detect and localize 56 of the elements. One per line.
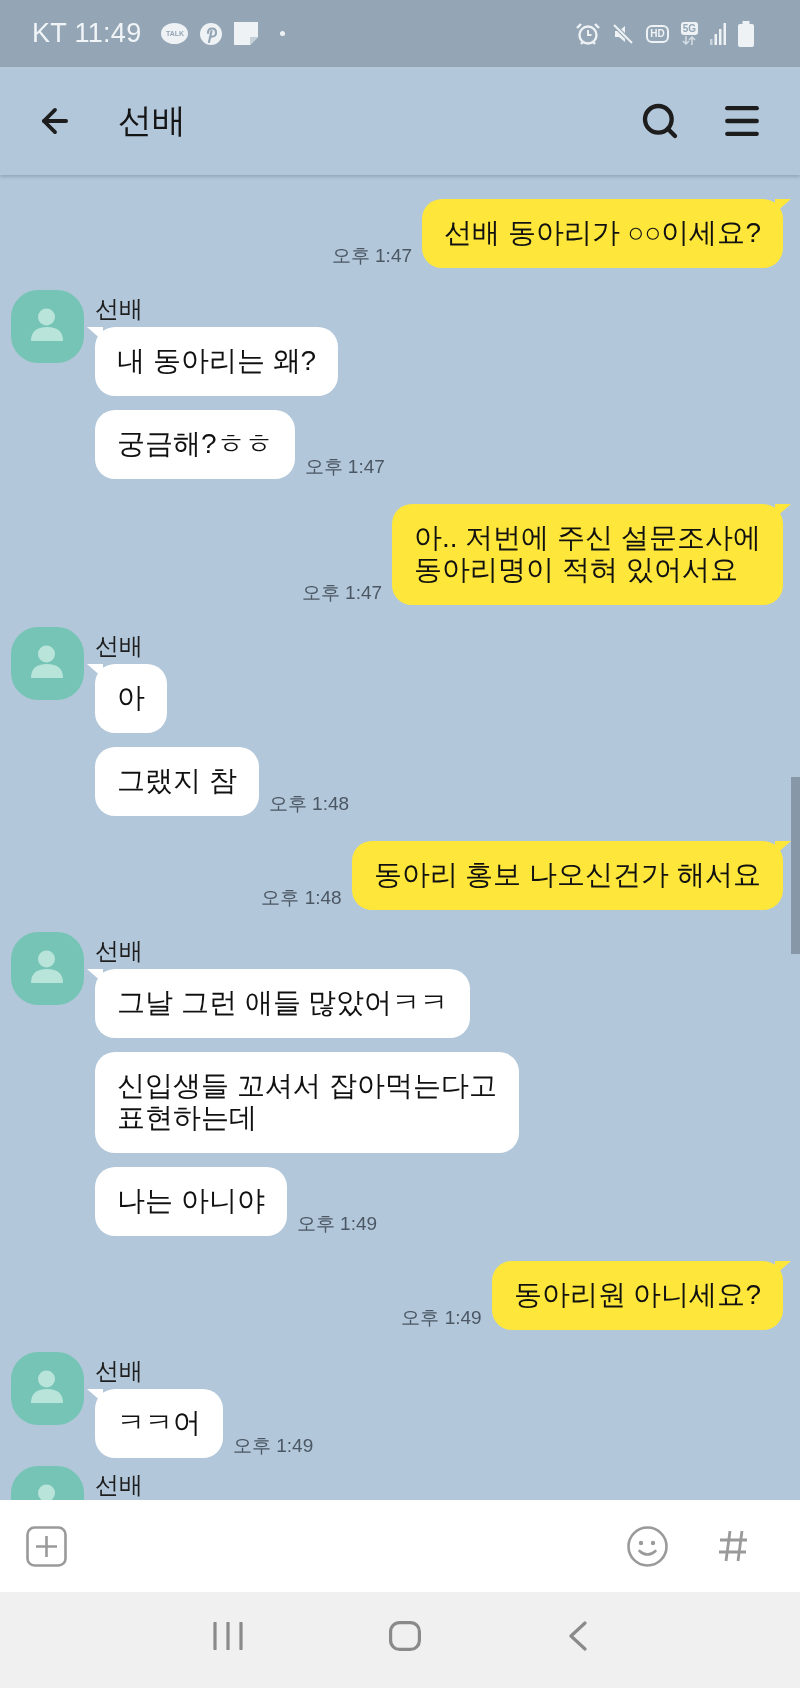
recent-apps-button[interactable] <box>213 1622 244 1650</box>
avatar-icon <box>11 627 84 700</box>
back-nav-button[interactable] <box>567 1621 587 1651</box>
status-time: KT 11:49 <box>32 18 142 49</box>
sent-message-bubble: 동아리 홍보 나오신건가 해서요 <box>351 841 791 910</box>
sender-name: 선배 <box>95 938 143 964</box>
network-badge: 5G <box>680 22 698 35</box>
chevron-left-icon <box>567 1621 587 1651</box>
circle-logo-icon <box>200 22 223 45</box>
received-message-bubble: 나는 아니야 <box>95 1167 287 1236</box>
sender-name: 선배 <box>95 1358 143 1384</box>
message-time: 오후 1:49 <box>233 1435 314 1457</box>
message-time: 오후 1:49 <box>401 1307 482 1329</box>
message-time: 오후 1:49 <box>296 1213 378 1235</box>
hd-badge: HD <box>646 24 669 43</box>
chat-title: 선배 <box>118 100 187 141</box>
scrollbar-thumb[interactable] <box>791 777 800 954</box>
search-icon <box>640 101 680 141</box>
sent-message-bubble: 동아리원 아니세요? <box>491 1261 791 1330</box>
sender-name: 선배 <box>95 633 143 659</box>
mute-icon <box>612 22 635 45</box>
home-icon <box>389 1621 422 1651</box>
avatar-icon <box>11 1352 84 1425</box>
home-button[interactable] <box>389 1621 422 1651</box>
data-arrows-icon <box>682 36 697 45</box>
recent-apps-icon <box>213 1622 244 1650</box>
attach-button[interactable] <box>26 1525 67 1567</box>
received-message-bubble: 신입생들 꼬셔서 잡아먹는다고 표현하는데 <box>95 1052 519 1153</box>
dot-icon <box>280 31 286 36</box>
search-button[interactable] <box>640 101 680 141</box>
emoticon-button[interactable] <box>627 1525 668 1567</box>
sent-message-bubble: 아.. 저번에 주신 설문조사에 동아리명이 적혀 있어서요 <box>392 504 791 605</box>
received-message-bubble: 궁금해?ㅎㅎ <box>95 410 295 479</box>
message-time: 오후 1:47 <box>304 456 385 478</box>
received-message-bubble: 아 <box>87 664 167 733</box>
message-time: 오후 1:48 <box>268 793 350 815</box>
message-time: 오후 1:47 <box>301 582 383 604</box>
avatar-icon <box>11 290 84 363</box>
message-time: 오후 1:48 <box>261 887 342 909</box>
avatar-icon <box>11 932 84 1005</box>
sender-name: 선배 <box>95 1472 143 1498</box>
received-message-bubble: ㅋㅋ어 <box>87 1389 223 1458</box>
sender-name: 선배 <box>95 296 143 322</box>
plus-square-icon <box>26 1525 67 1567</box>
received-message-bubble: 그랬지 참 <box>95 747 259 816</box>
hash-icon <box>718 1530 748 1562</box>
battery-icon <box>738 20 754 47</box>
received-message-bubble: 그날 그런 애들 많았어ㅋㅋ <box>87 969 471 1038</box>
sent-message-bubble: 선배 동아리가 ○○이세요? <box>422 199 791 268</box>
note-icon <box>234 22 259 45</box>
hashtag-button[interactable] <box>718 1530 748 1562</box>
signal-icon <box>710 22 726 45</box>
received-message-bubble: 내 동아리는 왜? <box>87 327 339 396</box>
smiley-icon <box>627 1525 668 1567</box>
alarm-icon <box>576 21 601 46</box>
message-time: 오후 1:47 <box>331 245 413 267</box>
